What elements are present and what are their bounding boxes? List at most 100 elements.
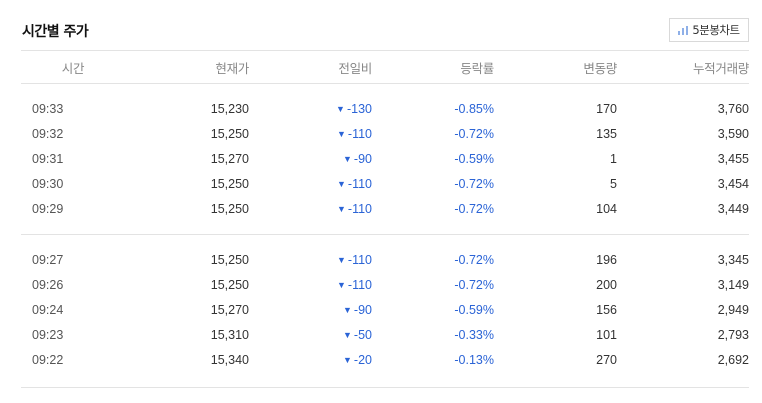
table-row: 09:22 15,340 ▼ -20 -0.13% 270 2,692 [21,347,749,372]
col-header-diff: 전일비 [338,60,372,76]
cell-diff-text: -90 [353,302,372,317]
cell-change-text: 104 [596,201,617,216]
cell-diff-text: -110 [347,201,372,216]
cell-change: 270 [494,347,617,372]
cell-time-text: 09:22 [32,352,64,367]
cell-change: 5 [494,171,617,196]
cell-diff: ▼ -110 [249,247,372,272]
cell-price: 15,270 [125,146,249,171]
cell-time: 09:29 [21,196,125,221]
time-price-section: 시간별 주가 5분봉차트 시간 현재가 전일비 등락률 변동량 누적거래량 09… [21,0,749,388]
table-row: 09:24 15,270 ▼ -90 -0.59% 156 2,949 [21,297,749,322]
cell-rate: -0.13% [372,347,494,372]
col-header-price: 현재가 [215,60,249,76]
cell-time: 09:30 [21,171,125,196]
cell-price-text: 15,310 [210,327,249,342]
cell-price: 15,250 [125,196,249,221]
cell-accum-text: 3,449 [717,201,749,216]
cell-price: 15,250 [125,171,249,196]
cell-rate: -0.59% [372,297,494,322]
cell-change: 104 [494,196,617,221]
cell-diff: ▼ -130 [249,96,372,121]
group-divider [21,221,749,235]
cell-accum: 3,345 [617,247,749,272]
cell-rate-text: -0.72% [454,176,494,191]
cell-rate-text: -0.72% [454,126,494,141]
cell-accum-text: 3,345 [717,252,749,267]
bar-chart-icon [678,25,689,35]
cell-time-text: 09:32 [32,126,64,141]
cell-rate-text: -0.59% [454,151,494,166]
section-title: 시간별 주가 [22,24,89,40]
cell-change: 200 [494,272,617,297]
cell-change-text: 135 [596,126,617,141]
cell-diff-text: -110 [347,176,372,191]
cell-time-text: 09:31 [32,151,64,166]
table-body: 09:33 15,230 ▼ -130 -0.85% 170 3,760 09:32 15,25… [21,84,749,388]
cell-rate-text: -0.13% [454,352,494,367]
table-row: 09:31 15,270 ▼ -90 -0.59% 1 3,455 [21,146,749,171]
cell-price-text: 15,340 [210,352,249,367]
cell-price: 15,270 [125,297,249,322]
cell-rate: -0.85% [372,96,494,121]
cell-time: 09:22 [21,347,125,372]
cell-time: 09:27 [21,247,125,272]
cell-change-text: 170 [596,101,617,116]
cell-rate-text: -0.85% [454,101,494,116]
cell-rate: -0.72% [372,171,494,196]
table-row: 09:32 15,250 ▼ -110 -0.72% 135 3,590 [21,121,749,146]
table-row: 09:29 15,250 ▼ -110 -0.72% 104 3,449 [21,196,749,221]
down-triangle-icon: ▼ [343,304,352,315]
col-header-accum: 누적거래량 [692,60,749,76]
cell-rate: -0.72% [372,247,494,272]
cell-accum-text: 3,455 [717,151,749,166]
down-triangle-icon: ▼ [336,254,346,265]
cell-accum-text: 3,590 [717,126,749,141]
cell-price: 15,250 [125,272,249,297]
down-triangle-icon: ▼ [343,153,352,164]
cell-price-text: 15,250 [210,277,249,292]
cell-price-text: 15,270 [210,151,249,166]
cell-time: 09:23 [21,322,125,347]
table-row: 09:30 15,250 ▼ -110 -0.72% 5 3,454 [21,171,749,196]
cell-diff: ▼ -50 [249,322,372,347]
cell-rate-text: -0.59% [454,302,494,317]
cell-time-text: 09:30 [32,176,64,191]
cell-accum-text: 2,793 [717,327,749,342]
cell-time: 09:32 [21,121,125,146]
table-header-row: 시간 현재가 전일비 등락률 변동량 누적거래량 [21,50,749,84]
cell-accum: 3,760 [617,96,749,121]
cell-diff: ▼ -110 [249,272,372,297]
cell-rate-text: -0.72% [454,277,494,292]
cell-accum-text: 2,692 [717,352,749,367]
five-minute-chart-button[interactable]: 5분봉차트 [669,18,749,42]
cell-change-text: 200 [596,277,617,292]
down-triangle-icon: ▼ [343,354,352,365]
group-spacer [21,235,749,248]
cell-change: 101 [494,322,617,347]
cell-price: 15,310 [125,322,249,347]
cell-diff-text: -20 [353,352,372,367]
down-triangle-icon: ▼ [336,203,346,214]
cell-price-text: 15,230 [210,101,249,116]
cell-change-text: 1 [610,151,617,166]
down-triangle-icon: ▼ [336,128,346,139]
table-row: 09:23 15,310 ▼ -50 -0.33% 101 2,793 [21,322,749,347]
cell-accum-text: 3,760 [717,101,749,116]
cell-change: 196 [494,247,617,272]
cell-diff: ▼ -110 [249,196,372,221]
cell-price-text: 15,250 [210,176,249,191]
cell-price: 15,340 [125,347,249,372]
cell-accum: 2,692 [617,347,749,372]
cell-diff: ▼ -90 [249,297,372,322]
cell-change: 156 [494,297,617,322]
cell-change: 1 [494,146,617,171]
cell-price-text: 15,250 [210,252,249,267]
cell-time-text: 09:23 [32,327,64,342]
cell-price: 15,250 [125,121,249,146]
table-row: 09:26 15,250 ▼ -110 -0.72% 200 3,149 [21,272,749,297]
cell-accum-text: 2,949 [717,302,749,317]
cell-diff-text: -90 [353,151,372,166]
cell-accum: 3,590 [617,121,749,146]
cell-change-text: 101 [596,327,617,342]
